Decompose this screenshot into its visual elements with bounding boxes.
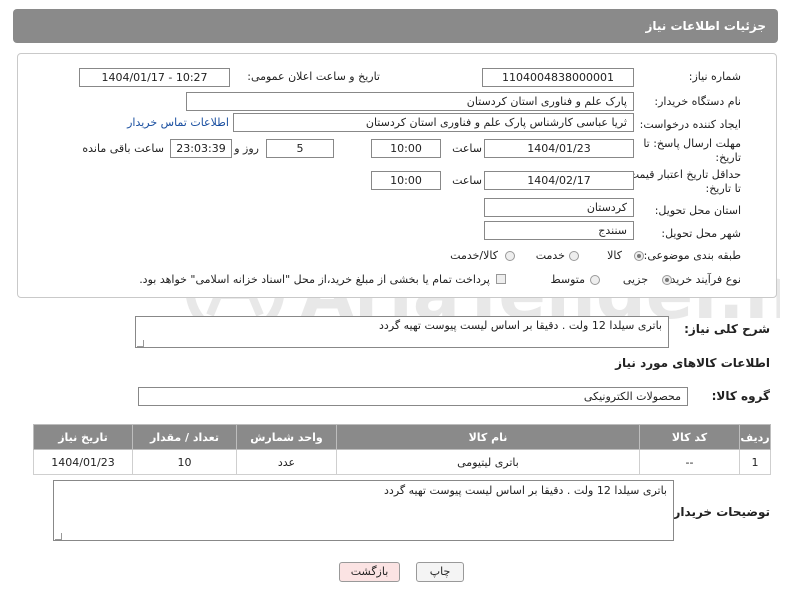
page-header: جزئیات اطلاعات نیاز (13, 9, 778, 43)
table-row: 1 -- باتری لیتیومی عدد 10 1404/01/23 (33, 449, 771, 475)
deadline-time-label: ساعت (452, 142, 482, 155)
category-radio-both[interactable] (505, 251, 515, 261)
delivery-city-label: شهر محل تحویل: (661, 227, 741, 240)
cell-code: -- (639, 449, 740, 475)
price-validity-date-field: 1404/02/17 (484, 171, 634, 190)
price-validity-time-label: ساعت (452, 174, 482, 187)
deadline-date-field: 1404/01/23 (484, 139, 634, 158)
need-number-field: 1104004838000001 (482, 68, 634, 87)
announce-datetime-field: 1404/01/17 - 10:27 (79, 68, 230, 87)
process-radio-minor[interactable] (662, 275, 672, 285)
delivery-province-field: کردستان (484, 198, 634, 217)
category-radio-goods[interactable] (634, 251, 644, 261)
col-header-unit: واحد شمارش (236, 424, 337, 450)
goods-group-label: گروه کالا: (711, 389, 770, 403)
announce-datetime-label: تاریخ و ساعت اعلان عمومی: (247, 70, 380, 83)
price-validity-time-field: 10:00 (371, 171, 441, 190)
goods-group-field: محصولات الکترونیکی (138, 387, 688, 406)
process-type-label: نوع فرآیند خرید : (663, 273, 741, 286)
goods-table-header-row: ردیف کد کالا نام کالا واحد شمارش تعداد /… (33, 424, 771, 450)
requester-field: ثریا عباسی کارشناس پارک علم و فناوری است… (233, 113, 634, 132)
description-field: باتری سیلدا 12 ولت . دقیقا بر اساس لیست … (135, 316, 669, 348)
cell-name: باتری لیتیومی (336, 449, 640, 475)
category-option-goods: کالا (607, 249, 622, 262)
category-radio-service[interactable] (569, 251, 579, 261)
cell-date: 1404/01/23 (33, 449, 133, 475)
delivery-city-field: سنندج (484, 221, 634, 240)
col-header-row-number: ردیف (739, 424, 771, 450)
remaining-time-label: ساعت باقی مانده (82, 142, 164, 155)
back-button[interactable]: بازگشت (339, 562, 400, 582)
cell-qty: 10 (132, 449, 237, 475)
col-header-qty: تعداد / مقدار (132, 424, 237, 450)
treasury-payment-note: پرداخت تمام یا بخشی از مبلغ خرید،از محل … (139, 273, 490, 286)
process-radio-medium[interactable] (590, 275, 600, 285)
goods-table: ردیف کد کالا نام کالا واحد شمارش تعداد /… (33, 424, 771, 475)
category-option-service: خدمت (535, 249, 565, 262)
cell-unit: عدد (236, 449, 337, 475)
price-validity-label-line2: تا تاریخ: (705, 182, 741, 195)
delivery-province-label: استان محل تحویل: (654, 204, 741, 217)
description-label: شرح کلی نیاز: (684, 322, 770, 336)
process-option-minor: جزیی (622, 273, 648, 286)
buyer-notes-resize-handle[interactable] (55, 533, 62, 540)
deadline-label-line2: تاریخ: (715, 151, 741, 164)
buyer-org-label: نام دستگاه خریدار: (654, 95, 741, 108)
buyer-org-field: پارک علم و فناوری استان کردستان (186, 92, 634, 111)
goods-section-title: اطلاعات کالاهای مورد نیاز (615, 356, 770, 370)
cell-row-number: 1 (739, 449, 771, 475)
deadline-days-field: 5 (266, 139, 334, 158)
description-resize-handle[interactable] (137, 340, 144, 347)
col-header-code: کد کالا (639, 424, 740, 450)
col-header-name: نام کالا (336, 424, 640, 450)
price-validity-label-line1: حداقل تاریخ اعتبار قیمت: (625, 168, 741, 181)
remaining-time-field: 23:03:39 (170, 139, 232, 158)
buyer-notes-label: توضیحات خریدار: (668, 505, 770, 519)
deadline-label-line1: مهلت ارسال پاسخ: تا (643, 137, 741, 150)
page-title: جزئیات اطلاعات نیاز (645, 19, 766, 33)
process-option-medium: متوسط (550, 273, 585, 286)
col-header-date: تاریخ نیاز (33, 424, 133, 450)
category-label: طبقه بندی موضوعی: (643, 249, 741, 262)
deadline-time-field: 10:00 (371, 139, 441, 158)
requester-label: ایجاد کننده درخواست: (639, 118, 741, 131)
category-option-both: کالا/خدمت (450, 249, 498, 262)
need-number-label: شماره نیاز: (688, 70, 741, 83)
treasury-payment-checkbox[interactable] (496, 274, 506, 284)
print-button[interactable]: چاپ (416, 562, 464, 582)
buyer-contact-link[interactable]: اطلاعات تماس خریدار (127, 116, 229, 129)
deadline-days-label: روز و (234, 142, 259, 155)
buyer-notes-field: باتری سیلدا 12 ولت . دقیقا بر اساس لیست … (53, 480, 674, 541)
